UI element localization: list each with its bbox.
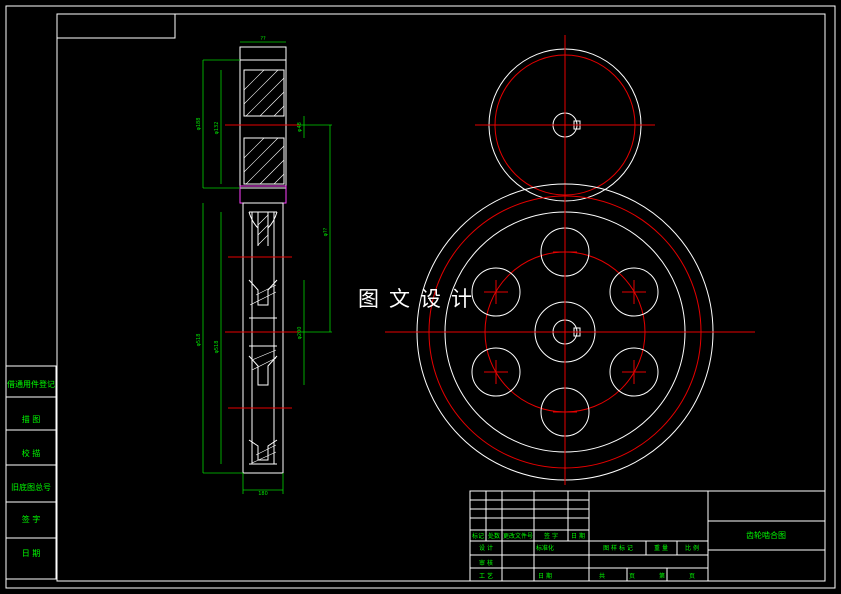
tb-change-doc: 更改文件号 bbox=[503, 532, 533, 540]
side-label-register: 借通用件登记 bbox=[7, 379, 55, 389]
tb-standardization: 标准化 bbox=[536, 544, 554, 552]
tb-sign: 签 字 bbox=[544, 532, 558, 540]
dim-wheel-od: φ518 bbox=[196, 334, 202, 347]
drawing-canvas: 借通用件登记 描 图 校 描 旧底图总号 签 字 日 期 ?? φ188 φ13… bbox=[5, 5, 836, 589]
tb-mark: 标记 bbox=[472, 532, 484, 540]
tb-review: 审 核 bbox=[479, 559, 493, 567]
tb-date-2: 日 期 bbox=[538, 572, 552, 580]
tb-total: 共 bbox=[599, 572, 605, 580]
side-stamp-column: 借通用件登记 描 图 校 描 旧底图总号 签 字 日 期 bbox=[5, 365, 57, 580]
tb-scale: 比 例 bbox=[685, 544, 699, 552]
side-label-old-number: 旧底图总号 bbox=[11, 482, 51, 492]
tb-pages: 页 bbox=[629, 573, 635, 580]
drawing-title: 齿轮啮合图 bbox=[746, 530, 786, 540]
title-block: 标记 处数 更改文件号 签 字 日 期 设 计 标准化 图 样 标 记 重 量 … bbox=[469, 490, 826, 582]
dim-gear-pitch: φ132 bbox=[214, 122, 220, 135]
tb-weight: 重 量 bbox=[654, 544, 668, 552]
side-label-date: 日 期 bbox=[22, 549, 41, 558]
dim-wheel-hub: φ200 bbox=[297, 327, 303, 340]
dim-wheel-pitch: φ518 bbox=[214, 341, 220, 354]
dim-top-width: ?? bbox=[260, 36, 266, 42]
front-view bbox=[385, 35, 755, 485]
tb-process: 工 艺 bbox=[479, 572, 493, 580]
dim-gear-od: φ188 bbox=[196, 118, 202, 131]
tb-count: 处数 bbox=[488, 532, 500, 540]
tb-drawing-mark: 图 样 标 记 bbox=[603, 544, 633, 552]
web-hatch bbox=[249, 214, 277, 464]
section-view: ?? φ188 φ132 φ48 φ?? φ518 φ518 φ200 180 bbox=[196, 36, 332, 497]
mesh-zone bbox=[239, 185, 287, 204]
side-label-check: 校 描 bbox=[22, 448, 41, 458]
watermark: 图文设计 bbox=[358, 287, 482, 311]
dim-center-distance: φ?? bbox=[323, 227, 329, 236]
tb-sheet: 第 bbox=[659, 572, 665, 580]
tb-page: 页 bbox=[689, 573, 695, 580]
tb-date: 日 期 bbox=[571, 532, 585, 540]
tb-design: 设 计 bbox=[479, 544, 493, 552]
side-label-trace: 描 图 bbox=[22, 414, 41, 424]
dim-bottom-width: 180 bbox=[258, 491, 268, 497]
large-wheel-outline bbox=[242, 202, 284, 474]
dim-gear-bore: φ48 bbox=[297, 122, 303, 132]
side-label-signature: 签 字 bbox=[22, 514, 41, 524]
top-left-code-box bbox=[56, 13, 176, 39]
small-gear-hatch bbox=[243, 69, 285, 185]
